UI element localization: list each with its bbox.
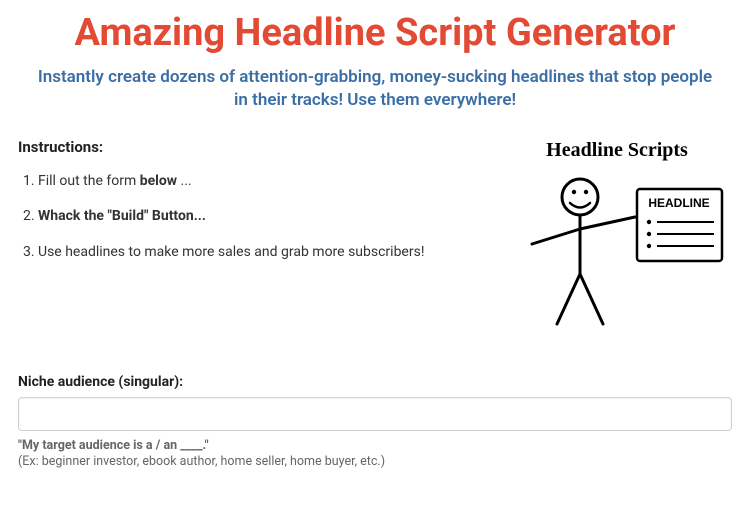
instruction-item-2: Whack the "Build" Button... [38, 207, 482, 227]
instruction-1-prefix: Fill out the form [38, 173, 140, 189]
instructions-heading: Instructions: [18, 138, 482, 156]
niche-helper-example: (Ex: beginner investor, ebook author, ho… [18, 454, 732, 469]
niche-helper-bold: "My target audience is a / an ____." [18, 438, 732, 453]
niche-audience-label: Niche audience (singular): [18, 374, 732, 390]
instruction-1-bold: below [140, 173, 177, 189]
niche-audience-input[interactable] [18, 397, 732, 431]
page-subtitle: Instantly create dozens of attention-gra… [35, 66, 715, 112]
instruction-2-text: Whack the "Build" Button... [38, 208, 206, 224]
page-title: Amazing Headline Script Generator [18, 12, 732, 56]
illustration-title: Headline Scripts [546, 139, 688, 161]
instruction-1-suffix: ... [177, 173, 192, 189]
headline-scripts-illustration: Headline Scripts HEADLINE [502, 134, 732, 334]
instructions-section: Instructions: Fill out the form below ..… [18, 134, 482, 279]
instruction-item-3: Use headlines to make more sales and gra… [38, 243, 482, 263]
form-section: Niche audience (singular): "My target au… [18, 374, 732, 469]
illustration-card-label: HEADLINE [648, 196, 709, 210]
instruction-item-1: Fill out the form below ... [38, 172, 482, 192]
